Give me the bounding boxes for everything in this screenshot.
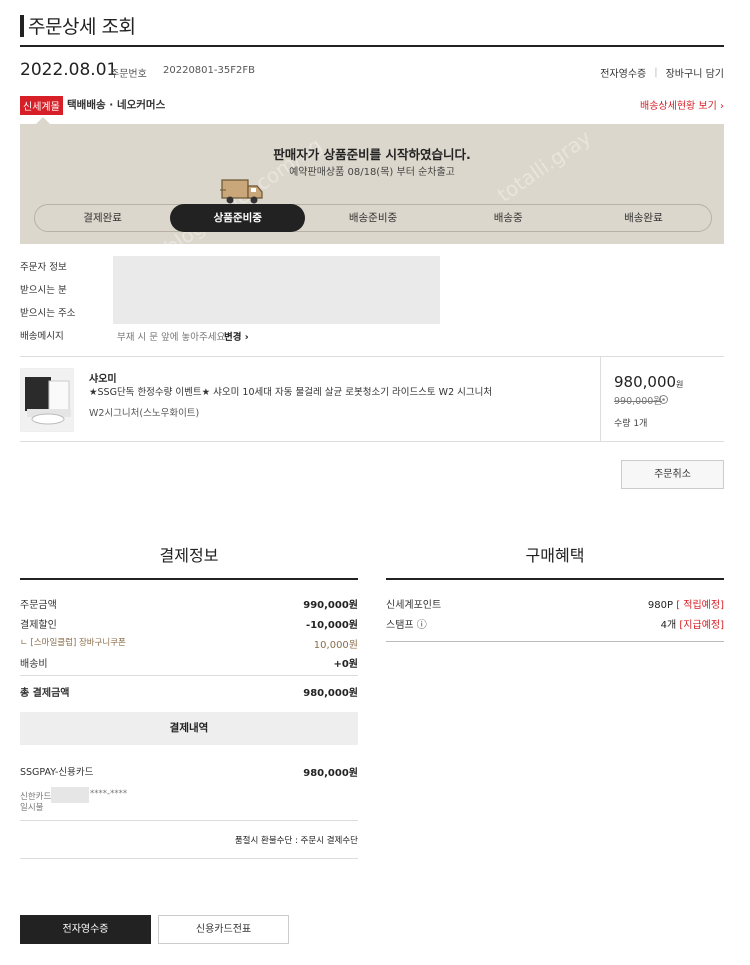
robot-vacuum-image xyxy=(25,377,71,425)
stamp-value: 4개 [지급예정] xyxy=(660,620,724,631)
section-divider xyxy=(20,578,358,580)
product-thumbnail[interactable] xyxy=(20,368,74,432)
divider xyxy=(20,858,358,859)
status-subtitle: 예약판매상품 08/18(목) 부터 순차출고 xyxy=(289,167,455,178)
installment-type: 일시불 xyxy=(20,803,44,813)
product-brand: 샤오미 xyxy=(89,374,117,385)
truck-icon xyxy=(220,179,263,204)
total-amount-value: 980,000원 xyxy=(303,688,358,699)
page-title: 주문상세 조회 xyxy=(28,16,136,38)
step-delivered: 배송완료 xyxy=(624,212,663,224)
order-amount-label: 주문금액 xyxy=(20,600,57,611)
cancel-order-button[interactable]: 주문취소 xyxy=(621,460,724,489)
order-date: 2022.08.01 xyxy=(20,60,118,80)
coupon-value: 10,000원 xyxy=(313,640,358,651)
address-label: 받으시는 주소 xyxy=(20,308,76,319)
product-price: 980,000원 xyxy=(614,373,684,391)
order-number-label: 주문번호 xyxy=(110,69,147,80)
payment-history-header: 결제내역 xyxy=(20,712,358,745)
total-amount-label: 총 결제금액 xyxy=(20,688,70,699)
divider xyxy=(20,441,724,442)
section-divider xyxy=(386,578,724,580)
product-quantity: 수량 1개 xyxy=(614,419,648,429)
status-panel: blog.naver.com/ng totalli.gray 판매자가 상품준비… xyxy=(20,124,724,244)
status-title: 판매자가 상품준비를 시작하였습니다. xyxy=(273,147,471,162)
order-number: 20220801-35F2FB xyxy=(163,65,255,76)
step-preparing-shipment: 배송준비중 xyxy=(348,212,398,224)
payment-method-label: SSGPAY-신용카드 xyxy=(20,767,94,778)
discount-value: -10,000원 xyxy=(306,620,358,631)
redacted-card-number xyxy=(51,787,89,803)
stamp-label: 스탬프 ⓘ xyxy=(386,620,427,631)
divider xyxy=(20,356,724,357)
shipping-detail-link[interactable]: 배송상세현황 보기 › xyxy=(640,97,724,112)
divider xyxy=(20,820,358,821)
payment-method-value: 980,000원 xyxy=(303,768,358,779)
discount-label: 결제할인 xyxy=(20,620,57,631)
recipient-label: 받으시는 분 xyxy=(20,285,67,296)
e-receipt-button[interactable]: 전자영수증 xyxy=(20,915,151,944)
step-payment-complete: 결제완료 xyxy=(83,212,122,224)
e-receipt-link[interactable]: 전자영수증 xyxy=(600,65,646,80)
original-price: 990,000원 xyxy=(614,396,663,407)
card-number-masked: ****-**** xyxy=(90,789,128,799)
product-name[interactable]: ★SSG단독 한정수량 이벤트★ 샤오미 10세대 자동 물걸레 살균 로봇청소… xyxy=(89,384,492,398)
ssg-point-value: 980P [ 적립예정] xyxy=(647,600,724,611)
step-shipping: 배송중 xyxy=(493,212,523,224)
header-divider xyxy=(20,45,724,47)
shipping-fee-label: 배송비 xyxy=(20,659,48,670)
mall-badge: 신세계몰 xyxy=(20,96,63,115)
ssg-point-label: 신세계포인트 xyxy=(386,600,442,611)
add-to-cart-link[interactable]: 장바구니 담기 xyxy=(666,65,724,80)
payment-section-title: 결제정보 xyxy=(159,546,219,565)
orderer-info-label: 주문자 정보 xyxy=(20,262,67,273)
top-links: 전자영수증 | 장바구니 담기 xyxy=(600,65,724,80)
benefit-section-title: 구매혜택 xyxy=(525,546,585,565)
card-slip-button[interactable]: 신용카드전표 xyxy=(158,915,289,944)
step-preparing-product: 상품준비중 xyxy=(170,204,306,232)
change-message-button[interactable]: 변경 › xyxy=(224,329,249,343)
refund-note: 품절시 환불수단 : 주문시 결제수단 xyxy=(234,836,358,846)
link-separator: | xyxy=(654,67,658,78)
product-option: W2시그니처(스노우화이트) xyxy=(89,408,200,419)
divider xyxy=(600,357,601,442)
delivery-message: 부재 시 문 앞에 놓아주세요 xyxy=(117,332,226,343)
redacted-personal-info xyxy=(113,256,440,324)
delivery-message-label: 배송메시지 xyxy=(20,331,64,342)
shipping-info: 택배배송 · 네오커머스 xyxy=(67,99,166,111)
divider xyxy=(386,641,724,642)
divider xyxy=(20,675,358,676)
order-amount-value: 990,000원 xyxy=(303,600,358,611)
title-bar-accent xyxy=(20,15,24,37)
shipping-fee-value: +0원 xyxy=(333,659,358,670)
coupon-label: ㄴ [스마일클럽] 장바구니쿠폰 xyxy=(20,638,126,648)
info-icon[interactable] xyxy=(659,395,668,404)
order-progress-steps: 결제완료 상품준비중 배송준비중 배송중 배송완료 xyxy=(34,204,712,232)
status-pointer xyxy=(36,117,50,124)
